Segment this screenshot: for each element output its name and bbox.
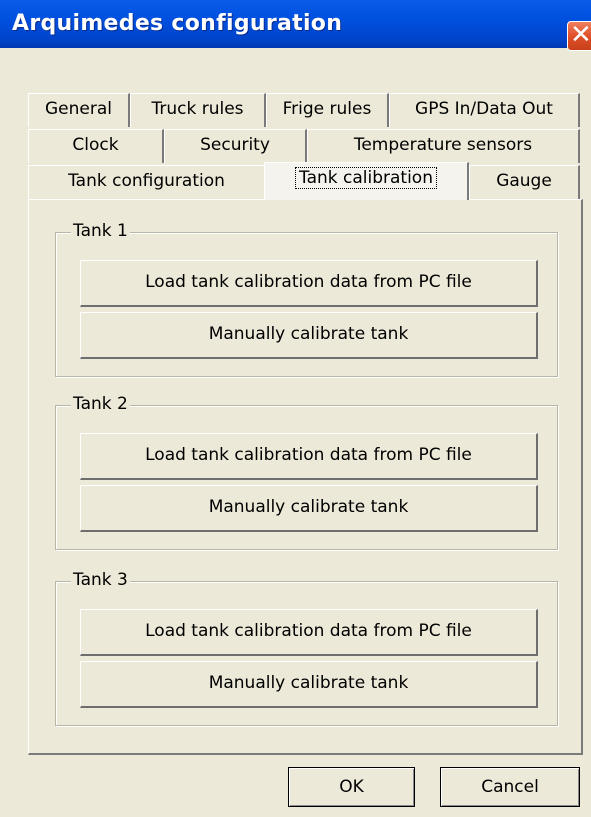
tank-1-load-calibration-button[interactable]: Load tank calibration data from PC file <box>80 260 538 307</box>
tab-clock[interactable]: Clock <box>28 129 164 163</box>
tank-1-manual-calibrate-button[interactable]: Manually calibrate tank <box>80 312 538 359</box>
tab-frige-rules[interactable]: Frige rules <box>266 93 389 127</box>
tab-tank-calibration[interactable]: Tank calibration <box>264 162 469 200</box>
tab-gps-in-data-out[interactable]: GPS In/Data Out <box>389 93 580 127</box>
tab-truck-rules[interactable]: Truck rules <box>130 93 266 127</box>
tab-general[interactable]: General <box>28 93 130 127</box>
tab-temperature-sensors[interactable]: Temperature sensors <box>307 129 580 163</box>
tank-2-label: Tank 2 <box>71 394 130 414</box>
tank-2-load-calibration-button[interactable]: Load tank calibration data from PC file <box>80 433 538 480</box>
cancel-button[interactable]: Cancel <box>440 767 580 807</box>
tab-panel-tank-calibration: Tank 1 Load tank calibration data from P… <box>28 199 583 755</box>
tab-security[interactable]: Security <box>164 129 307 163</box>
tab-tank-calibration-label: Tank calibration <box>295 167 437 189</box>
window-title: Arquimedes configuration <box>12 11 343 36</box>
tank-1-label: Tank 1 <box>71 221 130 241</box>
tank-3-load-calibration-button[interactable]: Load tank calibration data from PC file <box>80 609 538 656</box>
tank-3-label: Tank 3 <box>71 570 130 590</box>
tank-1-group: Tank 1 Load tank calibration data from P… <box>55 221 558 377</box>
tank-2-manual-calibrate-button[interactable]: Manually calibrate tank <box>80 485 538 532</box>
tab-tank-configuration[interactable]: Tank configuration <box>28 165 266 199</box>
tank-2-group: Tank 2 Load tank calibration data from P… <box>55 394 558 550</box>
tank-3-group: Tank 3 Load tank calibration data from P… <box>55 570 558 726</box>
tab-gauge[interactable]: Gauge <box>469 165 580 199</box>
close-icon: ✕ <box>570 20 591 50</box>
tank-3-manual-calibrate-button[interactable]: Manually calibrate tank <box>80 661 538 708</box>
ok-button[interactable]: OK <box>288 767 415 807</box>
close-button[interactable]: ✕ <box>567 20 591 51</box>
title-bar: Arquimedes configuration <box>0 0 591 48</box>
